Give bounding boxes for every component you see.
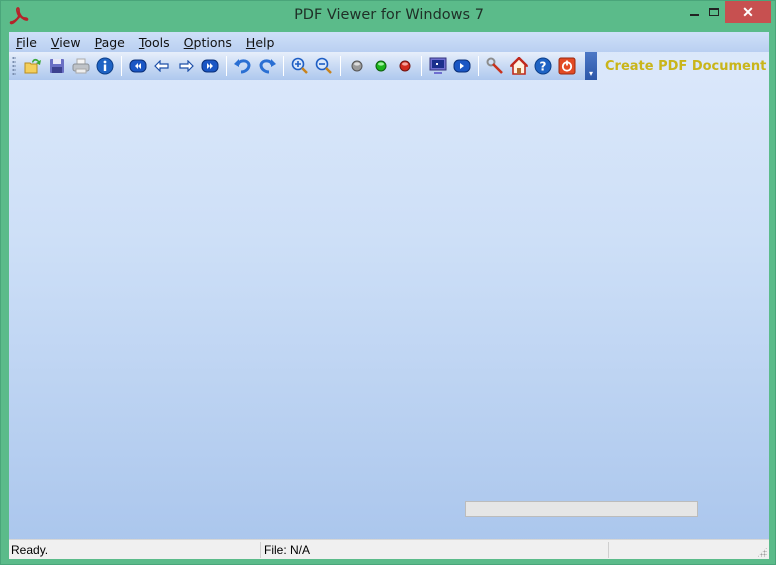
gray-light-icon (351, 60, 363, 72)
maximize-icon (709, 8, 719, 16)
menu-tools[interactable]: Tools (139, 35, 170, 50)
last-page-button[interactable] (198, 54, 222, 78)
slideshow-icon (453, 59, 471, 73)
toolbar-separator (283, 56, 284, 76)
zoom-in-icon (291, 57, 308, 74)
info-button[interactable] (93, 54, 117, 78)
svg-text:?: ? (540, 60, 547, 74)
progress-bar (465, 501, 698, 517)
window-title: PDF Viewer for Windows 7 (294, 7, 484, 23)
rotate-right-button[interactable] (255, 54, 279, 78)
green-light-icon (375, 60, 387, 72)
zoom-in-button[interactable] (288, 54, 312, 78)
resize-grip[interactable] (757, 547, 767, 557)
last-page-icon (201, 59, 219, 73)
save-icon (50, 59, 64, 73)
first-page-button[interactable] (126, 54, 150, 78)
red-light-icon (399, 60, 411, 72)
zoom-out-button[interactable] (312, 54, 336, 78)
first-page-icon (129, 59, 147, 73)
fullscreen-button[interactable] (426, 54, 450, 78)
toolbar-overflow-button[interactable]: ▾ (585, 52, 597, 80)
status-text: Ready. (11, 543, 49, 557)
help-button[interactable]: ? (531, 54, 555, 78)
minimize-icon (689, 14, 699, 16)
red-light-button[interactable] (393, 54, 417, 78)
close-button[interactable]: ✕ (725, 1, 771, 23)
maximize-button[interactable] (703, 1, 725, 23)
zoom-out-icon (315, 57, 332, 74)
home-button[interactable] (507, 54, 531, 78)
exit-button[interactable] (555, 54, 579, 78)
toolbar-grip[interactable] (12, 56, 16, 76)
next-page-icon (179, 60, 194, 72)
menu-options[interactable]: Options (184, 35, 232, 50)
menu-view[interactable]: View (51, 35, 81, 50)
menu-page[interactable]: Page (95, 35, 125, 50)
toolbar-separator (121, 56, 122, 76)
print-button[interactable] (69, 54, 93, 78)
menu-bar: File View Page Tools Options Help (9, 32, 769, 52)
menu-help[interactable]: Help (246, 35, 275, 50)
previous-page-button[interactable] (150, 54, 174, 78)
title-bar[interactable]: PDF Viewer for Windows 7 ✕ (1, 1, 776, 32)
print-icon (72, 58, 90, 74)
toolbar-separator (478, 56, 479, 76)
settings-button[interactable] (483, 54, 507, 78)
open-button[interactable] (21, 54, 45, 78)
help-icon: ? (534, 57, 552, 75)
green-light-button[interactable] (369, 54, 393, 78)
previous-page-icon (154, 60, 169, 72)
gray-light-button[interactable] (345, 54, 369, 78)
menu-file[interactable]: File (16, 35, 37, 50)
app-window: PDF Viewer for Windows 7 ✕ File View Pag… (0, 0, 776, 565)
next-page-button[interactable] (174, 54, 198, 78)
main-toolbar: ? (9, 52, 597, 80)
toolbar-separator (340, 56, 341, 76)
open-icon (24, 58, 41, 74)
chevron-down-icon: ▾ (588, 69, 593, 78)
status-bar: Ready. File: N/A (9, 539, 769, 559)
home-icon (510, 57, 528, 75)
rotate-left-icon (234, 59, 251, 74)
client-area: File View Page Tools Options Help ? ▾ Cr… (9, 32, 769, 559)
status-extra (608, 542, 758, 558)
save-button[interactable] (45, 54, 69, 78)
fullscreen-icon (429, 57, 447, 74)
exit-icon (558, 57, 576, 75)
toolbar-separator (226, 56, 227, 76)
rotate-right-icon (259, 59, 276, 74)
rotate-left-button[interactable] (231, 54, 255, 78)
close-icon: ✕ (742, 3, 754, 20)
status-file: File: N/A (260, 542, 608, 558)
create-pdf-link[interactable]: Create PDF Document (605, 59, 766, 74)
slideshow-button[interactable] (450, 54, 474, 78)
info-icon (96, 57, 114, 75)
settings-wrench-icon (486, 57, 503, 74)
toolbar-separator (421, 56, 422, 76)
